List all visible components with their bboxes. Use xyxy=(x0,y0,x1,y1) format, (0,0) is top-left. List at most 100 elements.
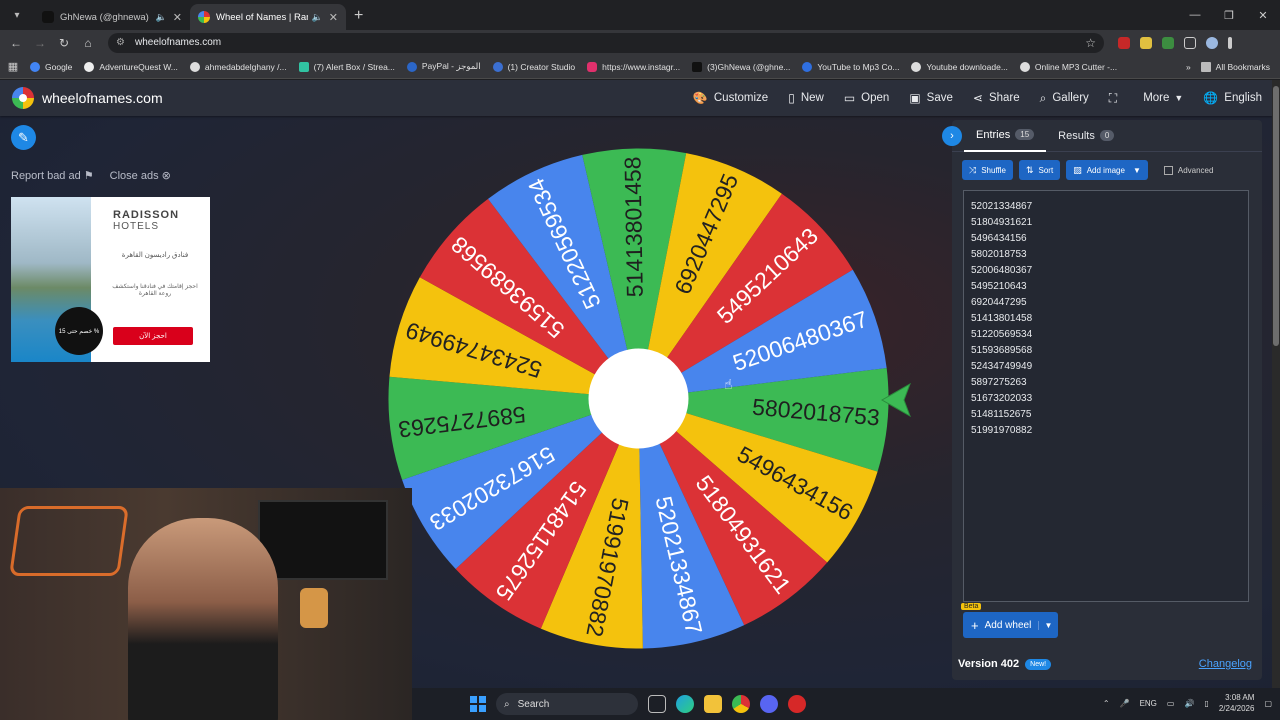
bookmark-item[interactable]: (1) Creator Studio xyxy=(492,61,575,72)
entry-line[interactable]: 5495210643 xyxy=(971,279,1241,295)
scrollbar-thumb[interactable] xyxy=(1273,86,1279,346)
tab-search-button[interactable]: ▾ xyxy=(4,2,30,28)
wheel[interactable]: 5802018753 5496434156 51804931621 520213348… xyxy=(386,146,891,651)
notification-icon[interactable]: ▢ xyxy=(1264,699,1272,708)
entry-line[interactable]: 51593689568 xyxy=(971,343,1241,359)
wheel-logo-icon[interactable] xyxy=(12,87,34,109)
clock[interactable]: 3:08 AM 2/24/2026 xyxy=(1219,692,1255,714)
extension-red-icon[interactable] xyxy=(1118,36,1130,49)
extension-green-icon[interactable] xyxy=(1162,36,1174,49)
file-explorer-icon[interactable] xyxy=(704,695,722,713)
tab-wheel-of-names[interactable]: Wheel of Names | Random 🔈 ✕ xyxy=(190,4,346,30)
entry-line[interactable]: 52434749949 xyxy=(971,359,1241,375)
tray-chevron-icon[interactable]: ⌃ xyxy=(1103,699,1110,708)
microphone-icon[interactable]: 🎤 xyxy=(1120,699,1130,708)
network-icon[interactable]: ▭ xyxy=(1167,699,1175,708)
entry-line[interactable]: 51673202033 xyxy=(971,391,1241,407)
kebab-menu-icon[interactable] xyxy=(1228,36,1232,49)
taskbar-search[interactable]: ⌕ Search xyxy=(496,693,638,715)
page-scrollbar[interactable] xyxy=(1272,80,1280,688)
close-ads-link[interactable]: Close ads ⊗ xyxy=(110,169,171,182)
edge-icon[interactable] xyxy=(676,695,694,713)
battery-icon[interactable]: ▯ xyxy=(1204,699,1208,708)
add-image-button[interactable]: ▨ Add image ▼ xyxy=(1066,160,1148,180)
bookmark-item[interactable]: (3)GhNewa (@ghne... xyxy=(692,61,790,72)
bookmark-item[interactable]: Online MP3 Cutter -... xyxy=(1019,61,1117,72)
red-app-icon[interactable] xyxy=(788,695,806,713)
ad-cta-button[interactable]: احجز الآن xyxy=(113,327,193,345)
forward-icon[interactable]: → xyxy=(28,36,52,50)
speaker-icon[interactable]: 🔈 xyxy=(156,12,167,23)
language-button[interactable]: 🌐 English xyxy=(1203,91,1262,105)
advanced-checkbox[interactable]: Advanced xyxy=(1163,165,1213,175)
entry-line[interactable]: 51804931621 xyxy=(971,215,1241,231)
bookmark-item[interactable]: https://www.instagr... xyxy=(587,61,680,72)
shuffle-button[interactable]: ⤨ Shuffle xyxy=(962,160,1013,180)
radisson-ad[interactable]: خصم حتى 15 % RADISSON HOTELS فنادق راديسو… xyxy=(11,197,210,362)
gallery-button[interactable]: ⌕ Gallery xyxy=(1040,91,1089,106)
more-button[interactable]: More ▼ xyxy=(1143,92,1183,104)
language-indicator[interactable]: ENG xyxy=(1140,699,1157,708)
more-bookmarks-icon[interactable]: » xyxy=(1186,62,1191,72)
speaker-icon[interactable]: 🔈 xyxy=(312,12,323,23)
new-button[interactable]: ▯ New xyxy=(788,91,824,105)
close-tab-icon[interactable]: ✕ xyxy=(329,11,338,24)
home-icon[interactable]: ⌂ xyxy=(76,36,100,50)
add-wheel-button[interactable]: + Add wheel ▼ xyxy=(963,612,1058,638)
chrome-icon[interactable] xyxy=(732,695,750,713)
bookmark-star-icon[interactable]: ☆ xyxy=(1085,36,1096,50)
changelog-link[interactable]: Changelog xyxy=(1199,658,1252,670)
bookmark-item[interactable]: (7) Alert Box / Strea... xyxy=(298,61,395,72)
wheel-hub[interactable] xyxy=(588,348,689,449)
bookmark-item[interactable]: Google xyxy=(30,61,72,72)
wheel-svg[interactable]: 5802018753549643415651804931621520213348… xyxy=(386,146,891,651)
bookmark-item[interactable]: AdventureQuest W... xyxy=(84,61,178,72)
entry-line[interactable]: 52021334867 xyxy=(971,199,1241,215)
brand-name[interactable]: wheelofnames.com xyxy=(42,90,163,106)
url-field[interactable]: ⚙ wheelofnames.com ☆ xyxy=(108,32,1104,53)
close-window-icon[interactable]: ✕ xyxy=(1246,9,1280,22)
entry-line[interactable]: 5802018753 xyxy=(971,247,1241,263)
entry-line[interactable]: 5897275263 xyxy=(971,375,1241,391)
tab-ghnewa[interactable]: GhNewa (@ghnewa) is LIVE 🔈 ✕ xyxy=(34,4,190,30)
sort-button[interactable]: ⇅ Sort xyxy=(1018,160,1061,180)
save-button[interactable]: ▣ Save xyxy=(909,91,953,105)
customize-button[interactable]: 🎨 Customize xyxy=(693,91,768,105)
entry-line[interactable]: 51413801458 xyxy=(971,311,1241,327)
bookmark-item[interactable]: Youtube downloade... xyxy=(911,61,1008,72)
entry-line[interactable]: 52006480367 xyxy=(971,263,1241,279)
bookmark-item[interactable]: PayPal - الموجز xyxy=(406,61,481,72)
entry-line[interactable]: 51481152675 xyxy=(971,407,1241,423)
reload-icon[interactable]: ↻ xyxy=(52,36,76,50)
edit-pencil-button[interactable]: ✎ xyxy=(11,125,36,150)
chevron-down-icon[interactable]: ▼ xyxy=(1038,620,1058,630)
entry-line[interactable]: 5496434156 xyxy=(971,231,1241,247)
apps-grid-icon[interactable]: ▦ xyxy=(0,60,26,73)
tab-entries[interactable]: Entries 15 xyxy=(964,120,1047,152)
back-icon[interactable]: ← xyxy=(4,36,28,50)
close-tab-icon[interactable]: ✕ xyxy=(173,11,182,24)
all-bookmarks-folder[interactable]: All Bookmarks xyxy=(1200,61,1270,72)
entry-line[interactable]: 6920447295 xyxy=(971,295,1241,311)
fullscreen-button[interactable]: ⛶ xyxy=(1109,91,1123,106)
minimize-icon[interactable]: — xyxy=(1178,9,1212,21)
new-tab-button[interactable]: + xyxy=(346,7,371,30)
share-button[interactable]: ⋖ Share xyxy=(973,91,1020,105)
entries-textarea[interactable]: 52021334867 51804931621 5496434156 58020187… xyxy=(963,190,1249,602)
start-button[interactable] xyxy=(470,696,486,712)
site-info-icon[interactable]: ⚙ xyxy=(116,37,125,48)
entry-line[interactable]: 51220569534 xyxy=(971,327,1241,343)
restore-icon[interactable]: ❐ xyxy=(1212,9,1246,22)
entry-line[interactable]: 51991970882 xyxy=(971,423,1241,439)
tab-results[interactable]: Results 0 xyxy=(1046,120,1126,152)
task-view-icon[interactable] xyxy=(648,695,666,713)
collapse-panel-icon[interactable]: › xyxy=(942,125,962,146)
open-button[interactable]: ▭ Open xyxy=(844,91,889,105)
report-bad-ad-link[interactable]: Report bad ad ⚑ xyxy=(11,169,94,182)
bookmark-item[interactable]: YouTube to Mp3 Co... xyxy=(802,61,899,72)
extension-yellow-icon[interactable] xyxy=(1140,36,1152,49)
volume-icon[interactable]: 🔊 xyxy=(1184,699,1194,708)
discord-icon[interactable] xyxy=(760,695,778,713)
profile-avatar-icon[interactable] xyxy=(1206,36,1218,49)
bookmark-item[interactable]: ahmedabdelghany /... xyxy=(189,61,287,72)
